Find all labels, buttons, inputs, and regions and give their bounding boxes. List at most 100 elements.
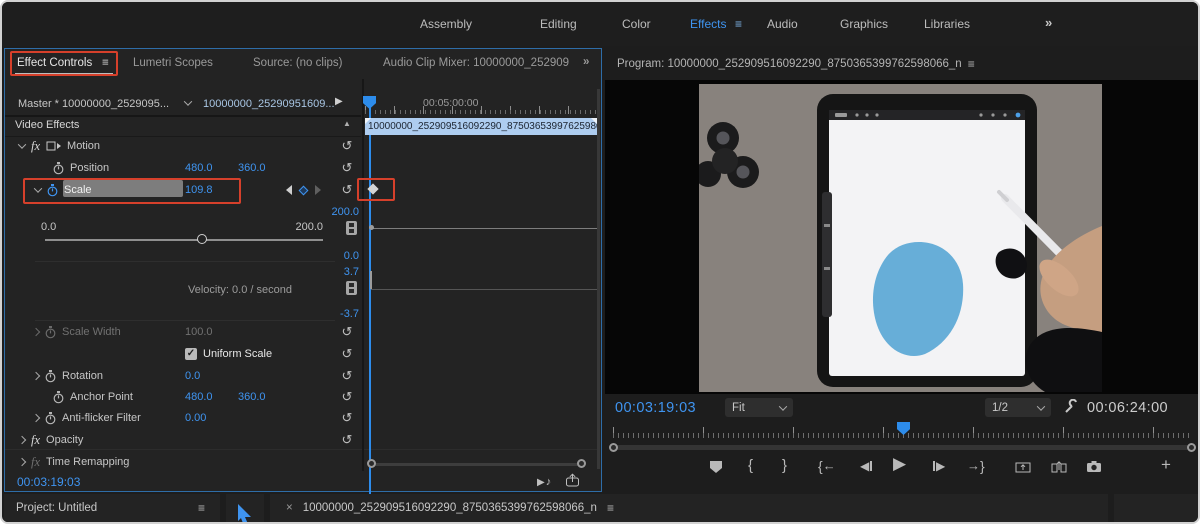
reset-icon[interactable]: ↺: [339, 325, 355, 339]
expand-chevron-icon[interactable]: [17, 140, 27, 149]
workspace-menu-icon[interactable]: ≡: [735, 17, 742, 31]
play-button-icon[interactable]: ▶: [893, 454, 906, 474]
panel-menu-icon[interactable]: ≡: [968, 57, 975, 71]
stopwatch-icon[interactable]: [45, 411, 56, 425]
velocity-graph-toggle-icon[interactable]: [346, 281, 357, 295]
timeline-panel-tab[interactable]: × 10000000_252909516092290_8750365399762…: [270, 494, 1108, 522]
workspace-overflow-icon[interactable]: »: [1045, 15, 1052, 30]
workspace-tab-graphics[interactable]: Graphics: [840, 17, 888, 31]
anchor-x-value[interactable]: 480.0: [185, 389, 213, 405]
reset-icon[interactable]: ↺: [339, 347, 355, 361]
panel-menu-icon[interactable]: ≡: [607, 501, 614, 515]
timeline-clip-bar[interactable]: 10000000_252909516092290_875036539976259…: [365, 118, 597, 135]
reset-icon[interactable]: ↺: [339, 390, 355, 404]
master-clip-label[interactable]: Master * 10000000_2529095...: [18, 98, 169, 110]
next-keyframe-icon[interactable]: [315, 185, 321, 195]
workspace-tab-color[interactable]: Color: [622, 17, 651, 31]
uniform-scale-checkbox[interactable]: ✓: [185, 348, 197, 360]
chevron-down-icon[interactable]: [183, 97, 193, 106]
mark-out-icon[interactable]: }: [782, 456, 787, 476]
extract-icon[interactable]: [1051, 459, 1067, 473]
collapsed-chevron-icon[interactable]: [17, 435, 27, 445]
previous-keyframe-icon[interactable]: [286, 185, 292, 195]
collapsed-chevron-icon[interactable]: [31, 327, 41, 337]
reset-icon[interactable]: ↺: [339, 411, 355, 425]
play-clip-icon[interactable]: ▶: [335, 96, 343, 107]
playback-resolution-dropdown[interactable]: 1/2: [985, 398, 1051, 417]
collapse-section-icon[interactable]: ▲: [343, 119, 351, 128]
timeline-ruler[interactable]: [365, 99, 597, 114]
expand-chevron-icon[interactable]: [33, 184, 43, 193]
workspace-tab-audio[interactable]: Audio: [767, 17, 798, 31]
stopwatch-icon[interactable]: [53, 161, 64, 175]
reset-icon[interactable]: ↺: [339, 433, 355, 447]
export-frame-icon[interactable]: [565, 473, 580, 488]
position-x-value[interactable]: 480.0: [185, 160, 213, 176]
lane-scrollbar-knob-left[interactable]: [367, 459, 376, 468]
tab-audio-clip-mixer[interactable]: Audio Clip Mixer: 10000000_252909: [383, 57, 569, 69]
mark-in-icon[interactable]: {: [748, 456, 753, 476]
go-to-out-icon[interactable]: →}: [967, 458, 985, 474]
active-tab-underline: [15, 73, 113, 75]
ec-timecode[interactable]: 00:03:19:03: [17, 475, 80, 489]
panel-overflow-icon[interactable]: »: [583, 56, 589, 68]
effect-row-opacity[interactable]: fx Opacity: [17, 432, 83, 448]
panel-menu-icon[interactable]: ≡: [102, 57, 109, 69]
tab-source[interactable]: Source: (no clips): [253, 57, 342, 69]
lane-scrollbar-track[interactable]: [373, 463, 581, 466]
collapsed-chevron-icon[interactable]: [17, 457, 27, 467]
chevron-down-icon: [778, 401, 788, 411]
button-editor-plus-icon[interactable]: +: [1161, 455, 1171, 475]
anti-flicker-value[interactable]: 0.00: [185, 410, 206, 426]
program-scrollbar-knob-left[interactable]: [609, 443, 618, 452]
project-panel-tab[interactable]: Project: Untitled ≡: [4, 494, 220, 522]
close-tab-icon[interactable]: ×: [286, 502, 293, 514]
stopwatch-icon[interactable]: [45, 369, 56, 383]
go-to-in-icon[interactable]: {←: [818, 458, 836, 474]
settings-wrench-icon[interactable]: [1063, 399, 1079, 415]
tab-lumetri-scopes[interactable]: Lumetri Scopes: [133, 57, 213, 69]
rotation-value[interactable]: 0.0: [185, 368, 200, 384]
vertical-scrollbar[interactable]: [597, 89, 600, 469]
collapsed-chevron-icon[interactable]: [31, 413, 41, 423]
program-scrollbar-track[interactable]: [615, 445, 1189, 450]
add-marker-icon[interactable]: [709, 460, 723, 474]
anchor-y-value[interactable]: 360.0: [238, 389, 266, 405]
reset-icon[interactable]: ↺: [339, 161, 355, 175]
selection-tool-icon[interactable]: [236, 504, 254, 522]
panel-menu-icon[interactable]: ≡: [198, 501, 205, 515]
reset-icon[interactable]: ↺: [339, 183, 355, 197]
motion-label: Motion: [67, 140, 101, 152]
reset-icon[interactable]: ↺: [339, 369, 355, 383]
zoom-level-dropdown[interactable]: Fit: [725, 398, 793, 417]
tools-panel[interactable]: [226, 494, 264, 522]
program-scrollbar-knob-right[interactable]: [1187, 443, 1196, 452]
position-y-value[interactable]: 360.0: [238, 160, 266, 176]
export-frame-camera-icon[interactable]: [1086, 459, 1102, 473]
sequence-clip-selector[interactable]: 10000000_25290951609...: [203, 96, 335, 112]
scale-slider-handle[interactable]: [197, 234, 207, 244]
effect-row-time-remapping[interactable]: fx Time Remapping: [17, 454, 129, 470]
play-audio-icon[interactable]: ▶ ♪: [537, 474, 551, 490]
step-forward-icon[interactable]: ▶: [933, 458, 945, 474]
value-graph-toggle-icon[interactable]: [346, 221, 357, 235]
workspace-tab-assembly[interactable]: Assembly: [420, 17, 472, 31]
video-frame[interactable]: [699, 84, 1102, 392]
scale-slider-track[interactable]: [45, 239, 323, 241]
workspace-tab-libraries[interactable]: Libraries: [924, 17, 970, 31]
program-current-timecode[interactable]: 00:03:19:03: [615, 400, 696, 416]
collapsed-chevron-icon[interactable]: [31, 371, 41, 381]
stopwatch-icon-active[interactable]: [47, 183, 58, 197]
effect-row-motion[interactable]: fx Motion: [17, 138, 101, 154]
workspace-tab-editing[interactable]: Editing: [540, 17, 577, 31]
step-back-icon[interactable]: ◀: [860, 458, 873, 474]
reset-icon[interactable]: ↺: [339, 139, 355, 153]
tab-effect-controls[interactable]: Effect Controls: [17, 57, 92, 69]
workspace-tab-effects[interactable]: Effects: [690, 17, 726, 31]
lift-icon[interactable]: [1015, 459, 1031, 473]
lane-scrollbar-knob-right[interactable]: [577, 459, 586, 468]
scale-value[interactable]: 109.8: [185, 182, 213, 198]
anti-flicker-label: Anti-flicker Filter: [62, 412, 141, 424]
stopwatch-icon[interactable]: [53, 390, 64, 404]
add-remove-keyframe-icon[interactable]: [298, 185, 309, 195]
